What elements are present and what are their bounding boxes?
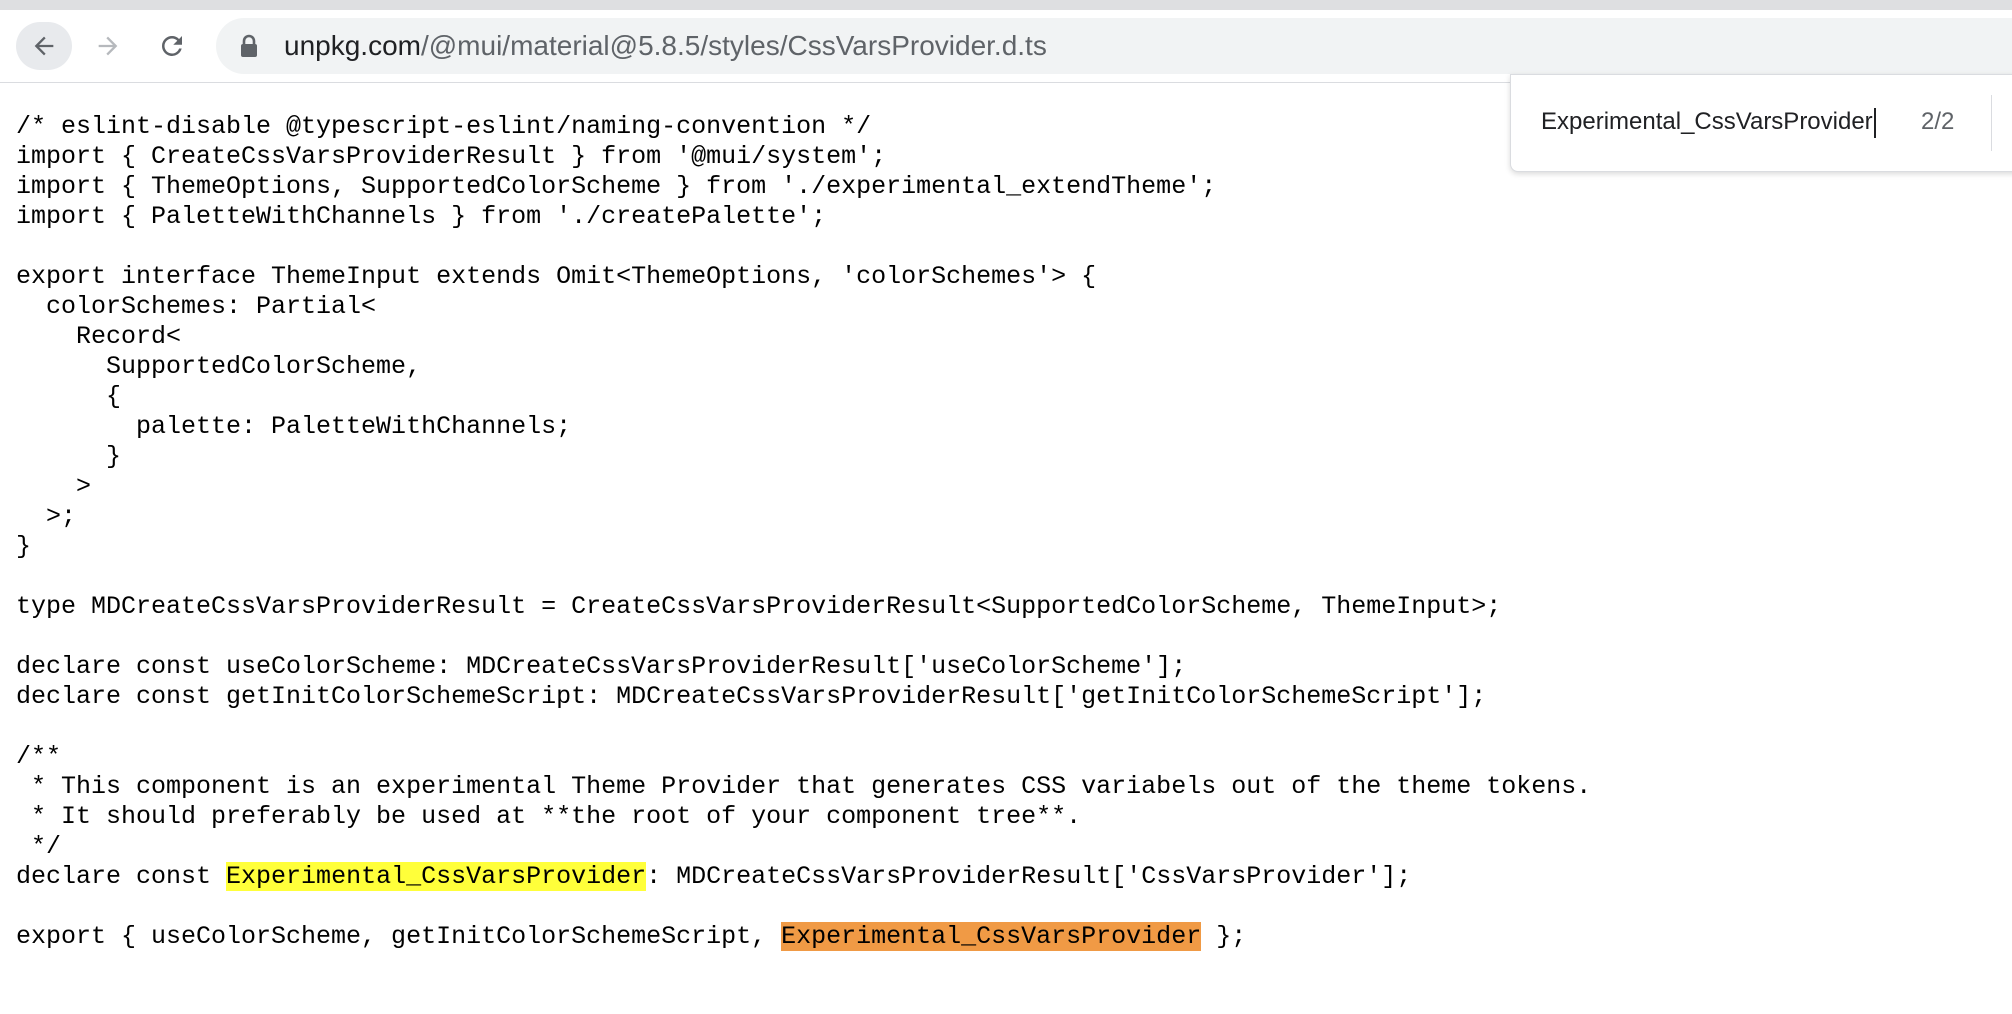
url-path: /@mui/material@5.8.5/styles/CssVarsProvi…	[420, 30, 1047, 61]
find-bar-divider	[1991, 95, 1992, 151]
code-line: {	[16, 382, 122, 411]
address-bar[interactable]: unpkg.com/@mui/material@5.8.5/styles/Css…	[216, 18, 2012, 74]
search-match-highlight: Experimental_CssVarsProvider	[226, 862, 647, 891]
code-line: * It should preferably be used at **the …	[16, 802, 1082, 831]
forward-arrow-icon	[98, 36, 118, 56]
code-line: palette: PaletteWithChannels;	[16, 412, 572, 441]
code-line: declare const useColorScheme: MDCreateCs…	[16, 652, 1187, 681]
code-line: */	[16, 832, 62, 861]
reload-button[interactable]	[144, 22, 200, 70]
source-code: /* eslint-disable @typescript-eslint/nam…	[16, 112, 1591, 952]
text-caret	[1873, 107, 1876, 138]
find-input[interactable]: Experimental_CssVarsProvider	[1541, 101, 1876, 143]
find-match-count: 2/2	[1921, 108, 1955, 135]
code-line: >;	[16, 502, 77, 531]
code-line: import { ThemeOptions, SupportedColorSch…	[16, 172, 1217, 201]
code-line: * This component is an experimental Them…	[16, 772, 1592, 801]
active-search-match-highlight: Experimental_CssVarsProvider	[781, 922, 1202, 951]
find-bar: Experimental_CssVarsProvider 2/2	[1510, 74, 2012, 172]
code-line: import { CreateCssVarsProviderResult } f…	[16, 142, 887, 171]
code-line: declare const Experimental_CssVarsProvid…	[16, 862, 1591, 892]
url-host: unpkg.com	[284, 30, 421, 61]
find-query: Experimental_CssVarsProvider	[1541, 108, 1873, 135]
back-arrow-icon	[34, 36, 54, 56]
code-line: colorSchemes: Partial<	[16, 292, 377, 321]
code-line: }	[16, 532, 32, 561]
code-line: SupportedColorScheme,	[16, 352, 422, 381]
browser-toolbar: unpkg.com/@mui/material@5.8.5/styles/Css…	[0, 10, 2012, 83]
code-text: declare const	[16, 862, 227, 891]
code-line: type MDCreateCssVarsProviderResult = Cre…	[16, 592, 1502, 621]
lock-icon[interactable]	[238, 34, 260, 58]
code-text: };	[1201, 922, 1247, 951]
code-line: }	[16, 442, 122, 471]
code-line: Record<	[16, 322, 182, 351]
url-text[interactable]: unpkg.com/@mui/material@5.8.5/styles/Css…	[284, 18, 1047, 74]
code-text: export { useColorScheme, getInitColorSch…	[16, 922, 782, 951]
code-line: export { useColorScheme, getInitColorSch…	[16, 922, 1591, 952]
back-button[interactable]	[16, 22, 72, 70]
code-line: >	[16, 472, 92, 501]
code-line: import { PaletteWithChannels } from './c…	[16, 202, 827, 231]
code-line: declare const getInitColorSchemeScript: …	[16, 682, 1487, 711]
reload-icon	[162, 36, 182, 56]
code-line: /**	[16, 742, 62, 771]
forward-button[interactable]	[80, 22, 136, 70]
tab-strip	[0, 0, 2012, 10]
code-line: /* eslint-disable @typescript-eslint/nam…	[16, 112, 872, 141]
code-text: : MDCreateCssVarsProviderResult['CssVars…	[646, 862, 1412, 891]
code-line: export interface ThemeInput extends Omit…	[16, 262, 1097, 291]
